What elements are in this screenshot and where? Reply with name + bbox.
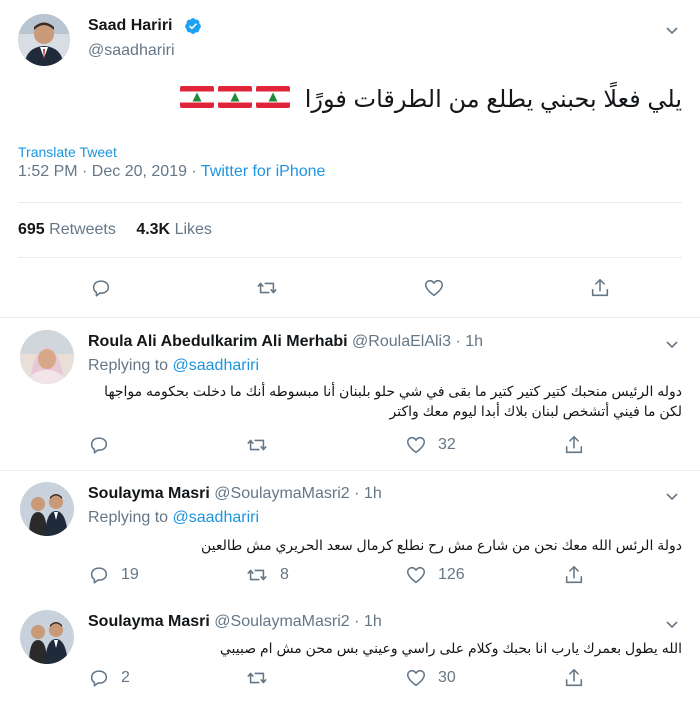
reply-header: Roula Ali Abedulkarim Ali Merhabi @Roula…: [88, 333, 483, 351]
reply-count: 19: [121, 566, 139, 583]
retweet-count: 8: [280, 566, 289, 583]
replying-to-link[interactable]: @saadhariri: [173, 509, 260, 526]
reply-author-name[interactable]: Roula Ali Abedulkarim Ali Merhabi: [88, 333, 348, 350]
share-icon[interactable]: [589, 277, 611, 299]
author-handle[interactable]: @saadhariri: [88, 42, 175, 60]
like-count: 32: [438, 436, 456, 453]
reply-text-line: دولة الرئس الله معك نحن من شارع مش رح نط…: [201, 537, 682, 553]
chevron-down-icon[interactable]: [664, 488, 680, 504]
reply-icon[interactable]: [88, 434, 110, 456]
reply-icon[interactable]: [88, 667, 110, 689]
divider: [18, 202, 682, 203]
replying-to: Replying to @saadhariri: [88, 357, 259, 375]
reply-count: 2: [121, 669, 130, 686]
tweet-text: يلي فعلًا بحبني يطلع من الطرقات فورًا: [304, 86, 682, 113]
like-icon[interactable]: [405, 667, 427, 689]
divider: [0, 317, 700, 318]
replying-label: Replying to: [88, 357, 169, 374]
share-icon[interactable]: [563, 434, 585, 456]
like-icon[interactable]: [405, 564, 427, 586]
retweet-icon[interactable]: [256, 277, 278, 299]
avatar[interactable]: [18, 14, 70, 66]
reply-time[interactable]: · 1h: [354, 485, 382, 502]
chevron-down-icon[interactable]: [664, 616, 680, 632]
avatar[interactable]: [20, 330, 74, 384]
tweet-stats: 695 Retweets 4.3K Likes: [18, 221, 212, 239]
reply-author-name[interactable]: Soulayma Masri: [88, 613, 210, 630]
chevron-down-icon[interactable]: [664, 22, 680, 38]
likes-label: Likes: [174, 221, 212, 238]
tweet-timestamp[interactable]: 1:52 PM · Dec 20, 2019 ·: [18, 163, 201, 180]
chevron-down-icon[interactable]: [664, 336, 680, 352]
reply-header: Soulayma Masri @SoulaymaMasri2 · 1h: [88, 613, 382, 631]
tweet-source-link[interactable]: Twitter for iPhone: [201, 163, 326, 180]
retweets-count: 695: [18, 221, 45, 238]
reply-author-handle[interactable]: @SoulaymaMasri2: [214, 613, 349, 630]
likes-count: 4.3K: [136, 221, 171, 238]
reply-time[interactable]: · 1h: [455, 333, 483, 350]
reply-text-line: لكن ما فيني أتشخص لبنان بلاك أبدا ليوم م…: [389, 403, 682, 419]
replying-label: Replying to: [88, 509, 169, 526]
retweets-label: Retweets: [49, 221, 116, 238]
like-icon[interactable]: [423, 277, 445, 299]
reply-author-handle[interactable]: @RoulaElAli3: [352, 333, 451, 350]
reply-author-name[interactable]: Soulayma Masri: [88, 485, 210, 502]
retweets-stat[interactable]: 695 Retweets: [18, 221, 120, 238]
share-icon[interactable]: [563, 667, 585, 689]
reply-text: الله يطول بعمرك يارب انا بحبك وكلام على …: [88, 638, 682, 658]
tweet-text-row: يلي فعلًا بحبني يطلع من الطرقات فورًا: [32, 85, 682, 116]
share-icon[interactable]: [563, 564, 585, 586]
divider: [0, 470, 700, 471]
reply-text: دوله الرئيس منحبك كتير كتير كتير ما بقى …: [88, 381, 682, 421]
author-name[interactable]: Saad Hariri: [88, 17, 172, 35]
replying-to: Replying to @saadhariri: [88, 509, 259, 527]
likes-stat[interactable]: 4.3K Likes: [136, 221, 212, 238]
lebanon-flag-icon: [180, 85, 291, 108]
verified-icon: [184, 17, 202, 35]
like-count: 126: [438, 566, 465, 583]
translate-tweet-link[interactable]: Translate Tweet: [18, 144, 117, 160]
retweet-icon[interactable]: [246, 667, 268, 689]
tweet-meta: 1:52 PM · Dec 20, 2019 · Twitter for iPh…: [18, 163, 325, 181]
reply-time[interactable]: · 1h: [354, 613, 382, 630]
retweet-icon[interactable]: [246, 434, 268, 456]
avatar[interactable]: [20, 610, 74, 664]
replying-to-link[interactable]: @saadhariri: [173, 357, 260, 374]
reply-text-line: الله يطول بعمرك يارب انا بحبك وكلام على …: [219, 640, 682, 656]
retweet-icon[interactable]: [246, 564, 268, 586]
reply-icon[interactable]: [90, 277, 112, 299]
reply-header: Soulayma Masri @SoulaymaMasri2 · 1h: [88, 485, 382, 503]
like-icon[interactable]: [405, 434, 427, 456]
like-count: 30: [438, 669, 456, 686]
reply-text: دولة الرئس الله معك نحن من شارع مش رح نط…: [88, 535, 682, 555]
lebanon-flags: [180, 85, 291, 116]
reply-author-handle[interactable]: @SoulaymaMasri2: [214, 485, 349, 502]
reply-text-line: دوله الرئيس منحبك كتير كتير كتير ما بقى …: [104, 383, 682, 399]
divider: [18, 257, 682, 258]
avatar[interactable]: [20, 482, 74, 536]
reply-icon[interactable]: [88, 564, 110, 586]
